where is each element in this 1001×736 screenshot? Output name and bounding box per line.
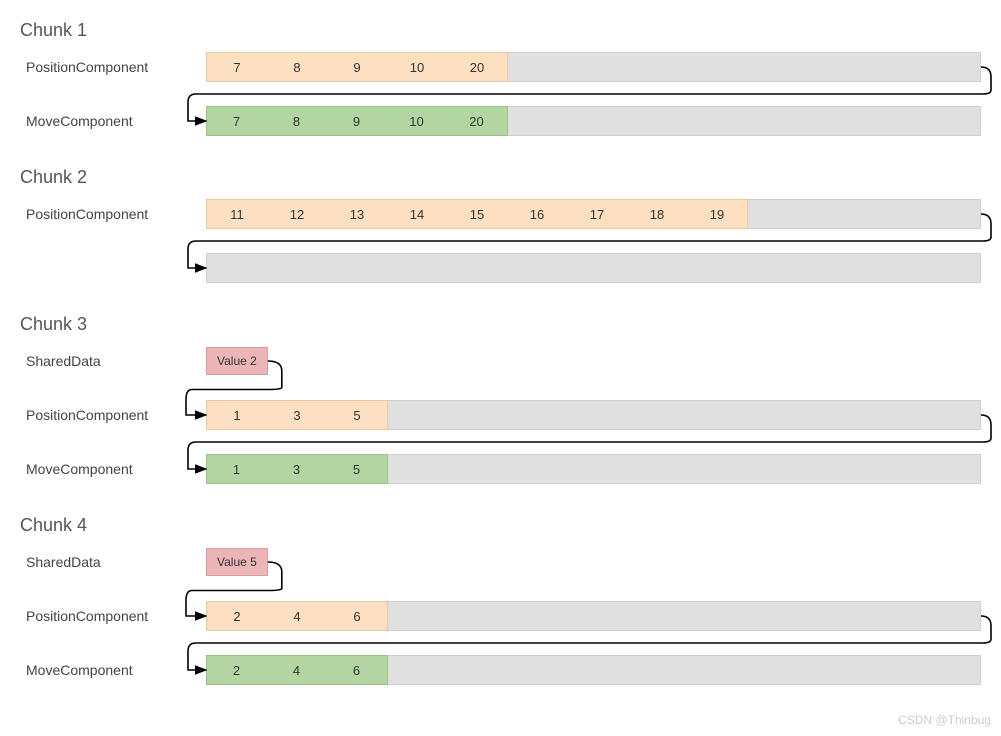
cell: 10 — [387, 53, 447, 81]
cell: 14 — [387, 200, 447, 228]
chunk-title: Chunk 3 — [20, 314, 981, 335]
cell: 5 — [327, 455, 387, 483]
cell: 5 — [327, 401, 387, 429]
cell: 15 — [447, 200, 507, 228]
cell: 17 — [567, 200, 627, 228]
shared-value: Value 5 — [206, 548, 268, 576]
cell: 20 — [447, 53, 507, 81]
cell: 12 — [267, 200, 327, 228]
position-label: PositionComponent — [20, 608, 170, 624]
cell: 11 — [207, 200, 267, 228]
position-bar: 246 — [206, 601, 981, 631]
cell: 1 — [207, 401, 267, 429]
shared-value: Value 2 — [206, 347, 268, 375]
cell: 6 — [327, 656, 387, 684]
chunk: Chunk 1 PositionComponent 7891020 MoveCompo… — [20, 20, 981, 139]
cell: 4 — [267, 602, 327, 630]
chunk-title: Chunk 1 — [20, 20, 981, 41]
cell: 20 — [447, 107, 507, 135]
cell: 1 — [207, 455, 267, 483]
empty-bar — [206, 253, 981, 283]
position-bar: 7891020 — [206, 52, 981, 82]
cell: 3 — [267, 401, 327, 429]
position-label: PositionComponent — [20, 206, 170, 222]
cell: 2 — [207, 656, 267, 684]
cell: 9 — [327, 107, 387, 135]
cell: 3 — [267, 455, 327, 483]
move-bar: 7891020 — [206, 106, 981, 136]
cell: 13 — [327, 200, 387, 228]
shared-label: SharedData — [20, 554, 170, 570]
move-label: MoveComponent — [20, 461, 170, 477]
move-label: MoveComponent — [20, 113, 170, 129]
cell: 4 — [267, 656, 327, 684]
chunk: Chunk 3 SharedData Value 2 PositionComponen… — [20, 314, 981, 487]
cell: 8 — [267, 107, 327, 135]
watermark: CSDN @Thinbug — [898, 713, 991, 727]
cell: 10 — [387, 107, 447, 135]
cell: 2 — [207, 602, 267, 630]
cell: 18 — [627, 200, 687, 228]
shared-label: SharedData — [20, 353, 170, 369]
cell: 8 — [267, 53, 327, 81]
cell: 7 — [207, 53, 267, 81]
cell: 9 — [327, 53, 387, 81]
cell: 6 — [327, 602, 387, 630]
chunk-title: Chunk 2 — [20, 167, 981, 188]
chunk: Chunk 4 SharedData Value 5 PositionComponen… — [20, 515, 981, 688]
cell: 16 — [507, 200, 567, 228]
cell: 19 — [687, 200, 747, 228]
position-label: PositionComponent — [20, 59, 170, 75]
position-bar: 135 — [206, 400, 981, 430]
move-label: MoveComponent — [20, 662, 170, 678]
cell: 7 — [207, 107, 267, 135]
chunk-title: Chunk 4 — [20, 515, 981, 536]
move-bar: 135 — [206, 454, 981, 484]
position-bar: 111213141516171819 — [206, 199, 981, 229]
position-label: PositionComponent — [20, 407, 170, 423]
move-bar: 246 — [206, 655, 981, 685]
chunk: Chunk 2 PositionComponent 1112131415161718… — [20, 167, 981, 286]
